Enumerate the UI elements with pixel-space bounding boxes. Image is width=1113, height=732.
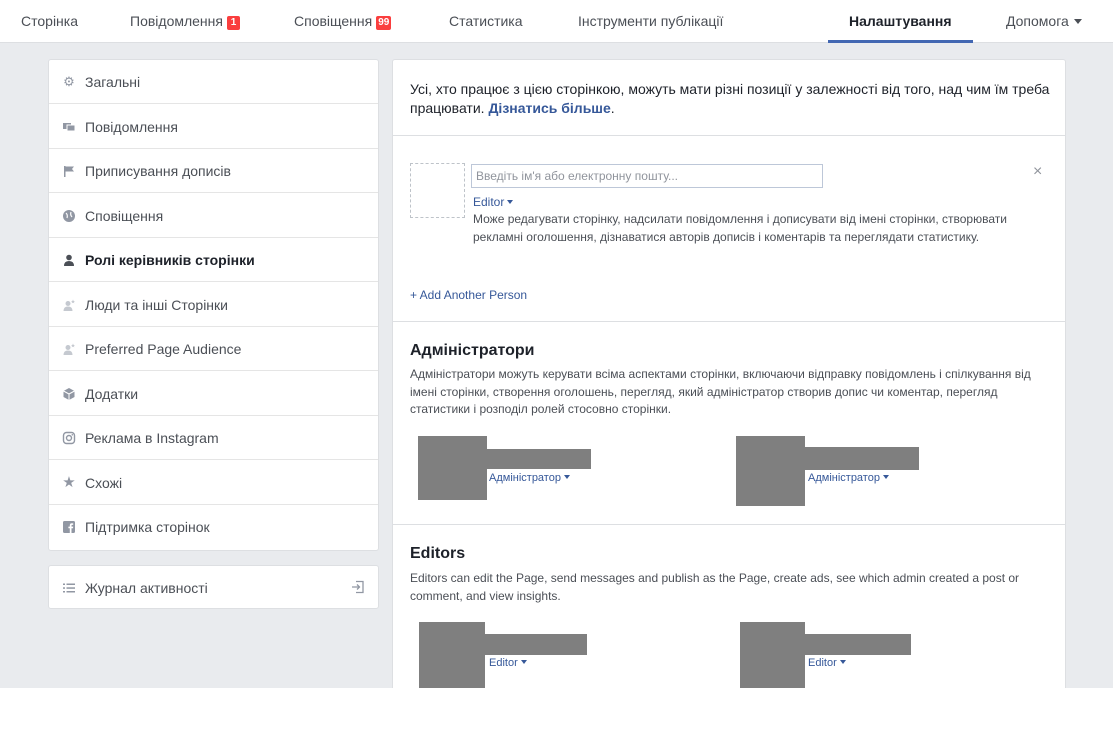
sidebar-item-messages[interactable]: Повідомлення (49, 105, 378, 149)
role-dropdown-label: Editor (473, 195, 505, 209)
nav-tab-label: Сповіщення (294, 13, 373, 29)
editors-section-title: Editors (410, 545, 466, 562)
activity-log-label: Журнал активності (85, 580, 208, 596)
chevron-down-icon (882, 475, 889, 479)
person-icon (62, 253, 76, 267)
admins-section-title: Адміністратори (410, 342, 535, 359)
person-star-icon (62, 342, 76, 356)
admin-avatar-redacted (418, 436, 487, 500)
nav-tab-label: Налаштування (849, 13, 952, 29)
close-icon[interactable]: × (1033, 162, 1042, 182)
cube-icon (62, 387, 76, 401)
editors-section-description: Editors can edit the Page, send messages… (410, 571, 1020, 603)
nav-tab-help[interactable]: Допомога (1006, 0, 1082, 43)
admin-role-dropdown[interactable]: Адміністратор (489, 472, 570, 484)
settings-sidebar: ⚙ Загальні Повідомлення Приписування доп… (48, 59, 379, 551)
intro-text-end: . (610, 100, 615, 116)
role-description: Може редагувати сторінку, надсилати пові… (473, 212, 1007, 244)
messages-badge: 1 (226, 16, 240, 30)
role-dropdown-label: Адміністратор (489, 472, 561, 484)
nav-tab-publishing-tools[interactable]: Інструменти публікації (578, 0, 723, 43)
chevron-down-icon (520, 660, 527, 664)
sidebar-item-label: Люди та інші Сторінки (85, 296, 228, 313)
sidebar-item-notifications[interactable]: Сповіщення (49, 194, 378, 238)
nav-tab-label: Статистика (449, 13, 523, 29)
nav-tab-label: Повідомлення (130, 13, 223, 29)
sidebar-item-page-roles[interactable]: Ролі керівників сторінки (49, 238, 378, 282)
admin-avatar-redacted (736, 436, 805, 506)
person-photo-placeholder (410, 163, 465, 218)
page-roles-panel: Усі, хто працює з цією сторінкою, можуть… (392, 59, 1066, 688)
divider (393, 524, 1065, 525)
editor-name-redacted (485, 634, 587, 655)
nav-tab-label: Інструменти публікації (578, 13, 724, 29)
nav-tab-notifications[interactable]: Сповіщення 99 (294, 0, 392, 43)
sidebar-item-label: Повідомлення (85, 118, 178, 135)
role-dropdown-label: Адміністратор (808, 472, 880, 484)
nav-tab-settings[interactable]: Налаштування (828, 0, 972, 43)
globe-icon (62, 209, 76, 223)
chevron-down-icon (1073, 19, 1082, 24)
star-icon: ★ (62, 473, 76, 491)
chat-icon (62, 120, 76, 134)
nav-tab-page[interactable]: Сторінка (21, 0, 78, 43)
sidebar-item-label: Ролі керівників сторінки (85, 252, 255, 268)
intro-text: Усі, хто працює з цією сторінкою, можуть… (410, 80, 1050, 118)
chevron-down-icon (563, 475, 570, 479)
gear-icon: ⚙ (63, 74, 75, 89)
add-another-person-link[interactable]: + Add Another Person (410, 288, 527, 302)
editor-avatar-redacted (740, 622, 805, 688)
person-star-icon (62, 298, 76, 312)
learn-more-link[interactable]: Дізнатись більше (488, 100, 610, 116)
sidebar-item-similar[interactable]: ★ Схожі (49, 461, 378, 505)
sidebar-item-label: Приписування дописів (85, 163, 231, 179)
activity-log-link[interactable]: Журнал активності (48, 565, 379, 609)
divider (393, 135, 1065, 136)
admin-name-redacted (805, 447, 919, 470)
nav-tab-label: Сторінка (21, 13, 78, 29)
page-background: Сторінка Повідомлення 1 Сповіщення 99 Стат… (0, 0, 1113, 688)
editor-role-dropdown[interactable]: Editor (808, 657, 846, 669)
sidebar-item-general[interactable]: ⚙ Загальні (49, 60, 378, 104)
flag-icon (62, 164, 76, 178)
chevron-down-icon (839, 660, 846, 664)
sidebar-item-label: Реклама в Instagram (85, 430, 219, 446)
sidebar-item-instagram-ads[interactable]: Реклама в Instagram (49, 416, 378, 460)
chevron-down-icon (507, 200, 514, 204)
sidebar-item-label: Підтримка сторінок (85, 519, 210, 535)
nav-tab-insights[interactable]: Статистика (449, 0, 523, 43)
sidebar-item-label: Додатки (85, 385, 139, 402)
sidebar-item-label: Схожі (85, 474, 123, 491)
sidebar-item-post-attribution[interactable]: Приписування дописів (49, 149, 378, 193)
notifications-badge: 99 (376, 16, 392, 30)
sidebar-item-label: Сповіщення (85, 207, 164, 224)
sidebar-item-label: Preferred Page Audience (85, 341, 242, 357)
admin-role-dropdown[interactable]: Адміністратор (808, 472, 889, 484)
top-navigation: Сторінка Повідомлення 1 Сповіщення 99 Стат… (0, 0, 1113, 43)
divider (393, 321, 1065, 322)
list-icon (62, 581, 76, 595)
exit-arrow-icon (350, 579, 366, 595)
admins-section-description: Адміністратори можуть керувати всіма асп… (410, 367, 1031, 416)
assign-person-input[interactable] (471, 164, 823, 188)
editor-avatar-redacted (419, 622, 485, 688)
instagram-icon (62, 431, 76, 445)
editor-role-dropdown[interactable]: Editor (489, 657, 527, 669)
editor-name-redacted (805, 634, 911, 655)
sidebar-item-people-and-pages[interactable]: Люди та інші Сторінки (49, 283, 378, 327)
sidebar-item-label: Загальні (85, 74, 141, 90)
sidebar-item-page-support[interactable]: Підтримка сторінок (49, 505, 378, 549)
role-dropdown-label: Editor (808, 657, 837, 669)
nav-tab-label: Допомога (1006, 13, 1069, 29)
sidebar-item-apps[interactable]: Додатки (49, 372, 378, 416)
sidebar-item-preferred-audience[interactable]: Preferred Page Audience (49, 327, 378, 371)
role-dropdown-label: Editor (489, 657, 518, 669)
assign-role-dropdown[interactable]: Editor (473, 195, 514, 209)
facebook-icon (62, 520, 76, 534)
nav-tab-messages[interactable]: Повідомлення 1 (130, 0, 240, 43)
admin-name-redacted (487, 449, 591, 469)
